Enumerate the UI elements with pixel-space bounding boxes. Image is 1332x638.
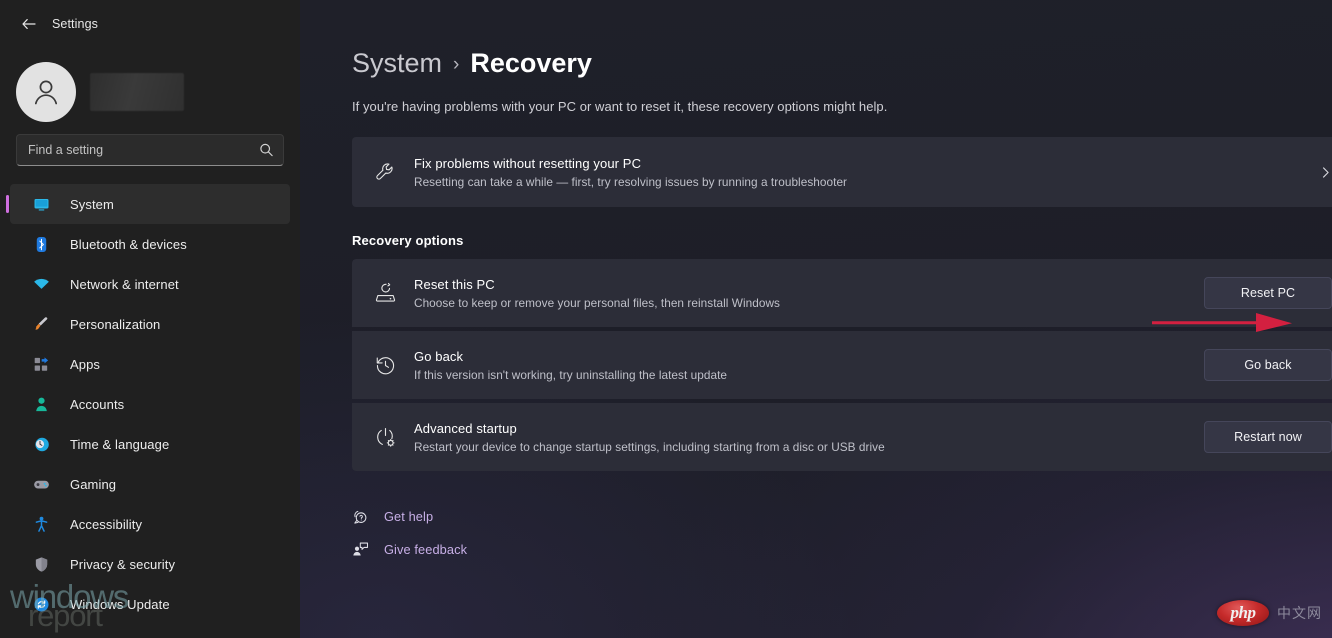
monitor-icon: [30, 196, 52, 213]
search-icon: [260, 143, 273, 157]
advanced-startup-row: Advanced startup Restart your device to …: [352, 403, 1332, 471]
bluetooth-icon: [30, 236, 52, 253]
sidebar-item-label: Network & internet: [70, 276, 179, 292]
go-back-text: Go back If this version isn't working, t…: [414, 349, 1204, 382]
recovery-options-heading: Recovery options: [352, 233, 464, 248]
go-back-title: Go back: [414, 348, 464, 364]
recovery-options-list: Reset this PC Choose to keep or remove y…: [352, 259, 1332, 471]
restart-now-button[interactable]: Restart now: [1204, 421, 1332, 453]
help-question-icon: [352, 508, 376, 525]
wifi-icon: [30, 276, 52, 293]
sidebar-item-label: Accounts: [70, 396, 125, 412]
history-clock-icon: [370, 354, 400, 377]
sidebar: Settings Find a setting System Bluetooth…: [0, 0, 300, 638]
search-container: Find a setting: [0, 124, 300, 166]
breadcrumb: System › Recovery: [352, 48, 1332, 79]
search-input[interactable]: Find a setting: [16, 134, 284, 166]
accessibility-icon: [30, 516, 52, 533]
go-back-row: Go back If this version isn't working, t…: [352, 331, 1332, 399]
back-button[interactable]: [14, 9, 44, 39]
php-badge-text: php: [1230, 603, 1256, 622]
paintbrush-icon: [30, 316, 52, 333]
sidebar-item-gaming[interactable]: Gaming: [10, 464, 290, 504]
chevron-right-icon[interactable]: [1319, 166, 1332, 179]
fix-problems-text: Fix problems without resetting your PC R…: [414, 156, 1319, 189]
account-name-redacted: [90, 73, 184, 111]
reset-this-pc-row: Reset this PC Choose to keep or remove y…: [352, 259, 1332, 327]
titlebar: Settings: [0, 0, 300, 48]
fix-problems-title: Fix problems without resetting your PC: [414, 155, 642, 171]
sidebar-item-apps[interactable]: Apps: [10, 344, 290, 384]
sidebar-item-label: Time & language: [70, 436, 170, 452]
php-watermark-suffix: 中文网: [1277, 605, 1322, 621]
sidebar-item-label: Apps: [70, 356, 101, 372]
feedback-person-icon: [352, 541, 376, 558]
sidebar-item-label: Accessibility: [70, 516, 143, 532]
sidebar-item-privacy-security[interactable]: Privacy & security: [10, 544, 290, 584]
sidebar-item-label: Gaming: [70, 476, 117, 492]
update-refresh-icon: [30, 596, 52, 613]
sidebar-item-accounts[interactable]: Accounts: [10, 384, 290, 424]
reset-this-pc-text: Reset this PC Choose to keep or remove y…: [414, 277, 1204, 310]
breadcrumb-parent[interactable]: System: [352, 48, 442, 79]
advanced-startup-subtitle: Restart your device to change startup se…: [414, 439, 885, 454]
sidebar-item-time-language[interactable]: Time & language: [10, 424, 290, 464]
sidebar-item-windows-update[interactable]: Windows Update: [10, 584, 290, 624]
sidebar-item-system[interactable]: System: [6, 184, 290, 224]
give-feedback-label: Give feedback: [384, 542, 468, 557]
get-help-label: Get help: [384, 509, 434, 524]
reset-this-pc-subtitle: Choose to keep or remove your personal f…: [414, 295, 781, 310]
person-avatar-icon: [34, 80, 58, 105]
wrench-icon: [370, 161, 400, 184]
page-title: Recovery: [470, 48, 592, 78]
page-subtitle: If you're having problems with your PC o…: [352, 99, 888, 114]
sidebar-item-label: Personalization: [70, 316, 161, 332]
breadcrumb-separator-icon: ›: [453, 54, 460, 75]
troubleshoot-card-container: Fix problems without resetting your PC R…: [352, 137, 1332, 207]
gamepad-icon: [30, 476, 52, 493]
sidebar-item-personalization[interactable]: Personalization: [10, 304, 290, 344]
apps-grid-icon: [30, 356, 52, 373]
fix-problems-card[interactable]: Fix problems without resetting your PC R…: [352, 137, 1332, 207]
give-feedback-link[interactable]: Give feedback: [352, 533, 1332, 566]
php-watermark: php 中文网: [1217, 600, 1322, 626]
sidebar-item-label: Bluetooth & devices: [70, 236, 187, 252]
sidebar-item-label: System: [70, 196, 114, 212]
get-help-link[interactable]: Get help: [352, 500, 1332, 533]
help-links: Get help Give feedback: [352, 500, 1332, 566]
back-arrow-icon: [22, 19, 36, 29]
sidebar-item-bluetooth-devices[interactable]: Bluetooth & devices: [10, 224, 290, 264]
sidebar-item-label: Privacy & security: [70, 556, 176, 572]
reset-pc-icon: [370, 282, 400, 305]
power-gear-icon: [370, 426, 400, 449]
fix-problems-subtitle: Resetting can take a while — first, try …: [414, 174, 848, 189]
sidebar-nav: System Bluetooth & devices Network & int…: [0, 184, 300, 624]
reset-this-pc-title: Reset this PC: [414, 276, 495, 292]
clock-icon: [30, 436, 52, 453]
go-back-button[interactable]: Go back: [1204, 349, 1332, 381]
php-badge: php: [1217, 600, 1269, 626]
main-content: System › Recovery If you're having probl…: [300, 0, 1332, 638]
go-back-subtitle: If this version isn't working, try unins…: [414, 367, 728, 382]
avatar: [16, 62, 76, 122]
recovery-page: System › Recovery If you're having probl…: [300, 0, 1332, 566]
search-placeholder: Find a setting: [28, 143, 104, 157]
settings-window: Settings Find a setting System Bluetooth…: [0, 0, 1332, 638]
sidebar-item-network-internet[interactable]: Network & internet: [10, 264, 290, 304]
advanced-startup-title: Advanced startup: [414, 420, 517, 436]
window-title: Settings: [52, 17, 98, 31]
sidebar-item-accessibility[interactable]: Accessibility: [10, 504, 290, 544]
sidebar-item-label: Windows Update: [70, 596, 170, 612]
shield-icon: [30, 556, 52, 573]
person-icon: [30, 396, 52, 413]
advanced-startup-text: Advanced startup Restart your device to …: [414, 421, 1204, 454]
account-block[interactable]: [0, 48, 300, 124]
reset-pc-button[interactable]: Reset PC: [1204, 277, 1332, 309]
